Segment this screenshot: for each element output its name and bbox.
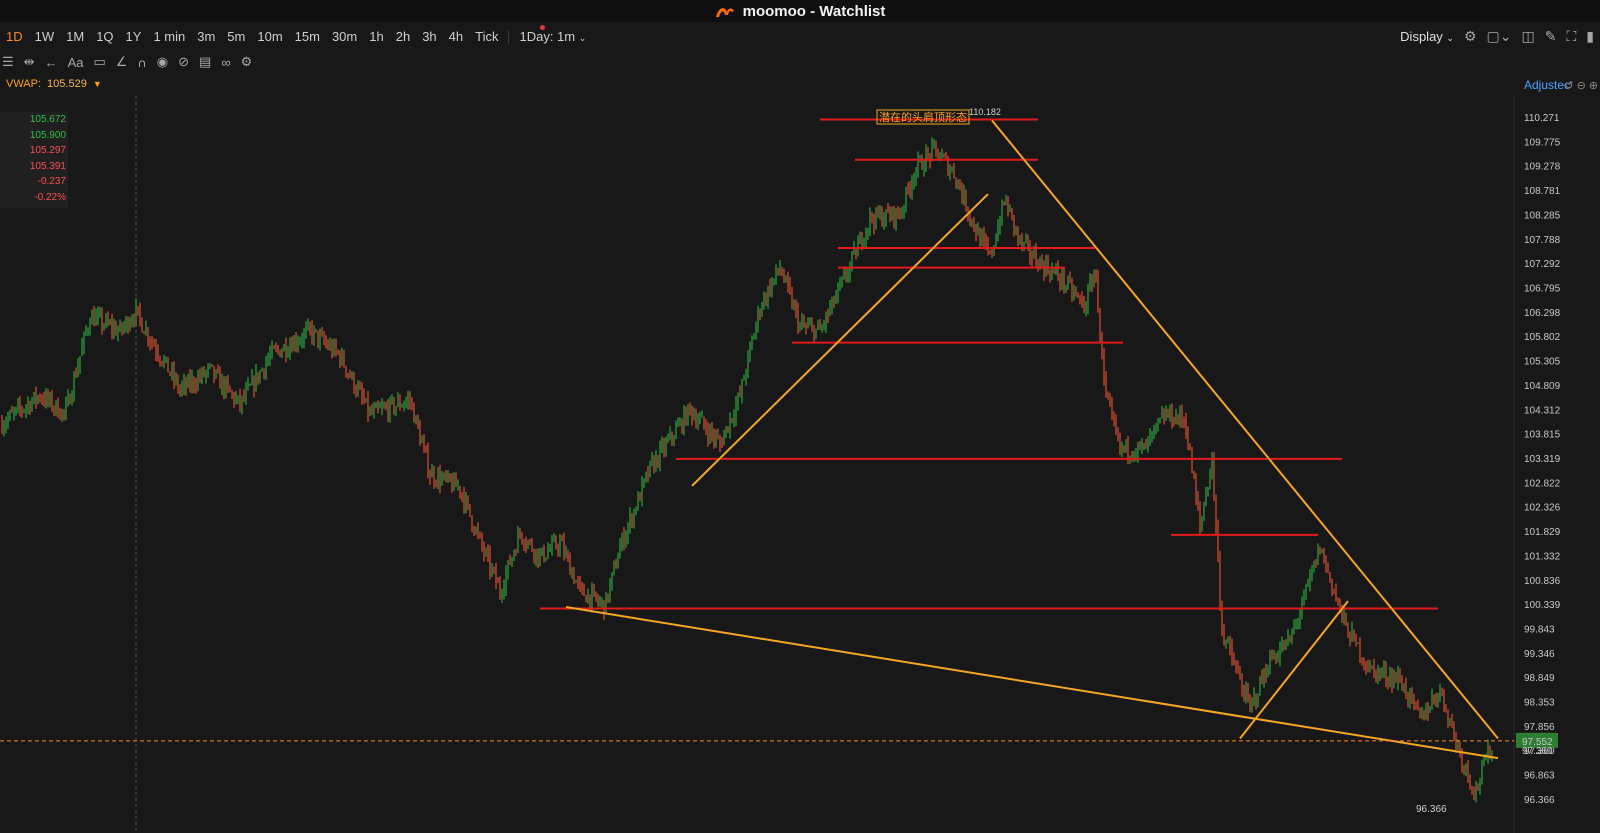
y-axis-tick-label: 104.809 <box>1524 381 1561 392</box>
pencil-icon[interactable]: ✎ <box>1545 28 1557 45</box>
menu-icon[interactable]: ☰ <box>2 54 14 70</box>
tab-1-min[interactable]: 1 min <box>147 29 191 44</box>
y-axis-tick-label: 108.285 <box>1524 210 1561 221</box>
vwap-value: 105.529 <box>47 78 87 90</box>
drawing-toolbar: ☰ ⇹ ← Aa ▭ ∠ ∩ ◉ ⊘ ▤ ∞ ⚙ <box>0 50 252 74</box>
trend-line <box>991 119 1499 740</box>
timeframe-toolbar: 1D 1W 1M 1Q 1Y 1 min 3m 5m 10m 15m 30m 1h 2h 3h 4h Tick… <box>0 24 1600 49</box>
chart-zoom-controls: ↺ ⊖ ⊕ <box>1564 79 1598 92</box>
y-axis-tick-label: 100.339 <box>1524 600 1561 611</box>
window-title-bar: moomoo - Watchlist <box>0 0 1600 22</box>
y-axis-tick-label: 103.815 <box>1524 430 1561 441</box>
y-axis-tick-label: 103.319 <box>1524 454 1561 465</box>
comment-icon[interactable]: ▭ <box>93 54 105 70</box>
display-button-label: Display <box>1400 29 1443 44</box>
text-icon[interactable]: Aa <box>68 55 84 70</box>
adjusted-button[interactable]: Adjustec <box>1524 78 1570 92</box>
vwap-indicator[interactable]: VWAP: 105.529 ▼ <box>6 78 102 90</box>
timeframe-tabs: 1D 1W 1M 1Q 1Y 1 min 3m 5m 10m 15m 30m 1h 2h 3h 4h Tick <box>0 29 504 44</box>
interval-select-label: 1Day: 1m <box>519 29 576 44</box>
y-axis-tick-label: 106.795 <box>1524 283 1561 294</box>
y-axis-tick-label: 98.353 <box>1524 698 1555 709</box>
y-axis-tick-label: 104.312 <box>1524 405 1561 416</box>
y-axis-tick-label: 109.278 <box>1524 162 1561 173</box>
y-axis-tick-label: 102.822 <box>1524 478 1561 489</box>
y-axis-tick-label: 98.849 <box>1524 673 1555 684</box>
tab-1q[interactable]: 1Q <box>90 29 119 44</box>
line-tool-icon[interactable]: ∠ <box>116 54 128 70</box>
y-axis-tick-label: 107.292 <box>1524 259 1561 270</box>
trend-line <box>565 606 1499 760</box>
y-axis-tick-label: 96.863 <box>1524 771 1555 782</box>
tab-1d[interactable]: 1D <box>0 29 29 44</box>
tab-10m[interactable]: 10m <box>251 29 288 44</box>
zoom-in-icon[interactable]: ⊕ <box>1589 79 1598 92</box>
y-axis-tick-label: 107.788 <box>1524 235 1561 246</box>
y-axis-tick-label: 100.836 <box>1524 576 1561 587</box>
price-chart[interactable]: 110.271 109.775 109.278 108.781 108.285 107.7… <box>0 96 1600 833</box>
trend-line <box>691 193 989 487</box>
tab-3m[interactable]: 3m <box>191 29 221 44</box>
link-icon[interactable]: ∞ <box>221 55 230 70</box>
annotation-text: 潜在的头肩顶形态 <box>879 110 967 124</box>
y-axis-tick-label: 101.829 <box>1524 527 1561 538</box>
right-toolbar: Display ⌄ ⚙ ▢⌄ ◫ ✎ ⛶ ▮ <box>1400 24 1594 49</box>
tab-1h[interactable]: 1h <box>363 29 389 44</box>
low-price-label: 96.366 <box>1416 804 1447 815</box>
y-axis-tick-label: 108.781 <box>1524 186 1561 197</box>
magnet-icon[interactable]: ∩ <box>137 55 146 70</box>
notification-dot <box>540 25 545 30</box>
camera-icon[interactable]: ◫ <box>1522 28 1535 45</box>
tab-1y[interactable]: 1Y <box>120 29 148 44</box>
y-axis-tick-label: 110.271 <box>1524 113 1560 124</box>
toolbar-separator <box>508 29 510 44</box>
y-axis-tick-label: 99.346 <box>1524 649 1555 660</box>
hide-icon[interactable]: ⊘ <box>178 54 189 70</box>
gear-icon[interactable]: ⚙ <box>1464 28 1477 45</box>
tab-2h[interactable]: 2h <box>390 29 416 44</box>
layout-icon[interactable]: ▢⌄ <box>1487 28 1512 45</box>
fullscreen-icon[interactable]: ⛶ <box>1566 28 1576 45</box>
window-title: moomoo - Watchlist <box>742 2 886 20</box>
fit-icon[interactable]: ⇹ <box>24 54 35 70</box>
reset-icon[interactable]: ↺ <box>1564 79 1573 92</box>
y-axis-tick-label: 106.298 <box>1524 308 1561 319</box>
chevron-down-icon: ⌄ <box>1446 33 1454 43</box>
partial-price-label: 97.360 <box>1522 746 1553 757</box>
y-axis-tick-label: 97.856 <box>1524 722 1555 733</box>
tab-1m[interactable]: 1M <box>60 29 90 44</box>
back-arrow-icon[interactable]: ← <box>45 55 58 70</box>
chevron-down-icon: ⌄ <box>578 33 587 43</box>
eye-icon[interactable]: ◉ <box>157 54 168 70</box>
sidebar-toggle-icon[interactable]: ▮ <box>1586 28 1594 45</box>
high-price-label: 110.182 <box>969 107 1001 117</box>
tab-1w[interactable]: 1W <box>29 29 61 44</box>
caret-down-icon: ▼ <box>92 79 102 89</box>
tab-4h[interactable]: 4h <box>443 29 469 44</box>
y-axis-tick-label: 99.843 <box>1524 624 1555 635</box>
tab-15m[interactable]: 15m <box>289 29 326 44</box>
zoom-out-icon[interactable]: ⊖ <box>1577 79 1586 92</box>
y-axis-tick-label: 105.802 <box>1524 332 1561 343</box>
tab-30m[interactable]: 30m <box>326 29 363 44</box>
trash-icon[interactable]: ▤ <box>199 54 211 70</box>
moomoo-logo-icon <box>715 7 734 17</box>
y-axis-tick-label: 96.366 <box>1524 795 1555 806</box>
interval-select[interactable]: 1Day: 1m ⌄ <box>513 29 592 44</box>
y-axis-tick-label: 109.775 <box>1524 137 1561 148</box>
y-axis-tick-label: 101.332 <box>1524 551 1561 562</box>
tab-tick[interactable]: Tick <box>469 29 504 44</box>
vwap-label: VWAP: <box>6 78 42 90</box>
y-axis-tick-label: 102.326 <box>1524 503 1561 514</box>
y-axis-tick-label: 105.305 <box>1524 357 1561 368</box>
tab-3h[interactable]: 3h <box>416 29 442 44</box>
settings-icon[interactable]: ⚙ <box>241 54 253 70</box>
tab-5m[interactable]: 5m <box>221 29 251 44</box>
display-button[interactable]: Display ⌄ <box>1400 29 1454 44</box>
